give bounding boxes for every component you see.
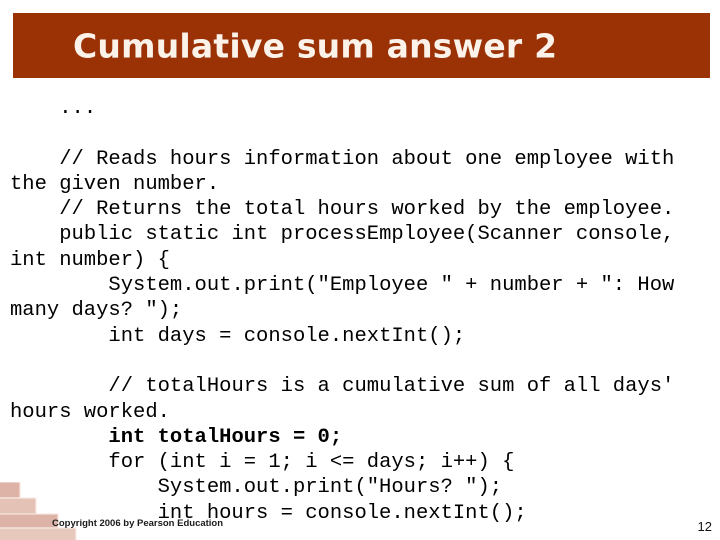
code-line: int days = console.nextInt(); bbox=[10, 324, 466, 348]
code-line: // Reads hours information about one emp… bbox=[10, 147, 687, 196]
page-number: 12 bbox=[697, 519, 712, 534]
code-block: ... // Reads hours information about one… bbox=[10, 96, 716, 526]
brick-stack-decoration bbox=[0, 482, 77, 540]
title-banner: Cumulative sum answer 2 bbox=[13, 13, 710, 78]
code-line: ... bbox=[10, 97, 97, 120]
slide-canvas: Cumulative sum answer 2 ... // Reads hou… bbox=[0, 0, 720, 540]
code-line-highlighted: int totalHours = 0; bbox=[10, 425, 343, 449]
code-line: for (int i = 1; i <= days; i++) { bbox=[10, 451, 515, 475]
code-line: System.out.print("Hours? "); bbox=[10, 476, 503, 500]
page-title: Cumulative sum answer 2 bbox=[73, 26, 558, 65]
copyright-notice: Copyright 2006 by Pearson Education bbox=[52, 518, 224, 529]
code-line: // totalHours is a cumulative sum of all… bbox=[10, 375, 687, 424]
code-line: // Returns the total hours worked by the… bbox=[10, 198, 675, 222]
code-line: System.out.print("Employee " + number + … bbox=[10, 274, 687, 323]
code-line: public static int processEmployee(Scanne… bbox=[10, 223, 687, 272]
